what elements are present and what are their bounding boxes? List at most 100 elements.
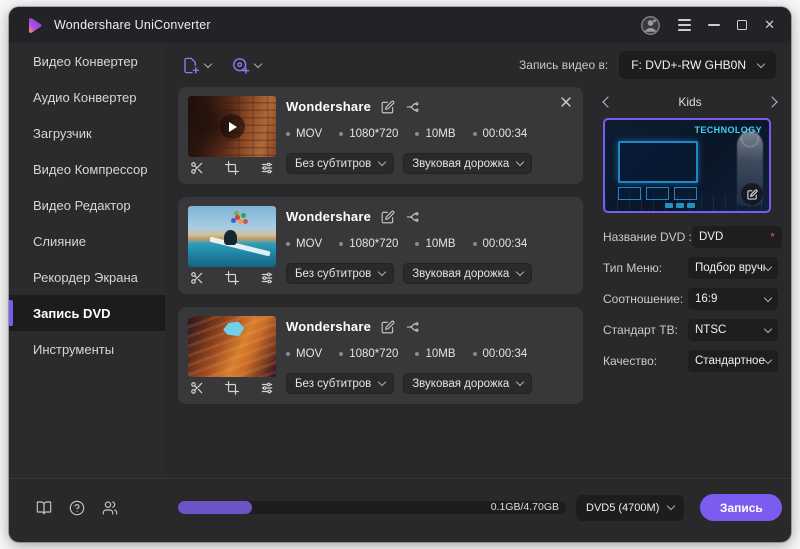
menu-type-label: Тип Меню: bbox=[603, 261, 662, 275]
rename-edit-icon[interactable] bbox=[381, 100, 395, 114]
video-thumbnail[interactable] bbox=[188, 316, 276, 377]
video-thumbnail[interactable] bbox=[188, 96, 276, 157]
aspect-ratio-label: Соотношение: bbox=[603, 292, 683, 306]
chevron-down-icon bbox=[764, 262, 772, 270]
chevron-down-icon bbox=[764, 293, 772, 301]
tv-standard-select[interactable]: NTSC bbox=[688, 319, 778, 341]
effects-sliders-icon[interactable] bbox=[260, 161, 274, 175]
quality-value: Стандартное bbox=[695, 355, 765, 367]
menu-icon[interactable] bbox=[678, 19, 691, 31]
quality-select[interactable]: Стандартное bbox=[688, 350, 778, 372]
subtitle-select[interactable]: Без субтитров bbox=[286, 153, 394, 174]
trim-scissors-icon[interactable] bbox=[190, 271, 204, 285]
trim-scissors-icon[interactable] bbox=[190, 161, 204, 175]
effects-sliders-icon[interactable] bbox=[260, 271, 274, 285]
video-format: MOV bbox=[296, 348, 322, 360]
dvd-settings-panel: Kids TECHNOLOGY bbox=[595, 87, 785, 478]
sidebar-item-tools[interactable]: Инструменты bbox=[9, 331, 165, 367]
video-resolution: 1080*720 bbox=[349, 348, 398, 360]
sidebar-item-label: Инструменты bbox=[33, 342, 114, 357]
subtitle-value: Без субтитров bbox=[295, 268, 371, 280]
community-users-icon[interactable] bbox=[102, 500, 118, 516]
menu-type-value: Подбор вручну bbox=[695, 262, 765, 274]
subtitle-select[interactable]: Без субтитров bbox=[286, 373, 394, 394]
trim-scissors-icon[interactable] bbox=[190, 381, 204, 395]
disc-size-select[interactable]: DVD5 (4700M) bbox=[576, 495, 684, 521]
crop-icon[interactable] bbox=[225, 271, 239, 285]
sidebar-item-audio-converter[interactable]: Аудио Конвертер bbox=[9, 79, 165, 115]
quality-row: Качество: Стандартное bbox=[603, 350, 778, 372]
sidebar-item-label: Запись DVD bbox=[33, 306, 111, 321]
chevron-down-icon bbox=[516, 268, 524, 276]
template-next-icon[interactable] bbox=[766, 96, 777, 107]
video-card-3: Wondershare MOV bbox=[178, 307, 583, 404]
sidebar-item-dvd-burner[interactable]: Запись DVD bbox=[9, 295, 165, 331]
burn-button[interactable]: Запись bbox=[700, 494, 782, 521]
minimize-icon[interactable] bbox=[708, 24, 720, 26]
chevron-down-icon bbox=[204, 59, 212, 67]
sidebar-item-label: Видео Редактор bbox=[33, 198, 131, 213]
capacity-progress-bar: 0.1GB/4.70GB bbox=[178, 501, 566, 514]
thumbnail-art bbox=[235, 215, 240, 220]
dvd-name-input[interactable]: DVD * bbox=[692, 226, 782, 248]
menu-type-select[interactable]: Подбор вручну bbox=[688, 257, 778, 279]
rename-edit-icon[interactable] bbox=[381, 320, 395, 334]
crop-icon[interactable] bbox=[225, 381, 239, 395]
video-format: MOV bbox=[296, 128, 322, 140]
video-size: 10MB bbox=[425, 238, 455, 250]
sidebar-item-screen-recorder[interactable]: Рекордер Экрана bbox=[9, 259, 165, 295]
sidebar-item-video-compressor[interactable]: Видео Компрессор bbox=[9, 151, 165, 187]
sidebar-item-downloader[interactable]: Загрузчик bbox=[9, 115, 165, 151]
aspect-ratio-select[interactable]: 16:9 bbox=[688, 288, 778, 310]
audio-track-select[interactable]: Звуковая дорожка bbox=[403, 263, 532, 284]
chevron-down-icon bbox=[378, 158, 386, 166]
video-title: Wondershare bbox=[286, 209, 371, 224]
add-files-button[interactable] bbox=[181, 56, 211, 75]
tv-standard-label: Стандарт ТВ: bbox=[603, 323, 678, 337]
quality-label: Качество: bbox=[603, 354, 657, 368]
chevron-down-icon bbox=[378, 268, 386, 276]
tv-standard-row: Стандарт ТВ: NTSC bbox=[603, 319, 778, 341]
edit-template-button[interactable] bbox=[741, 183, 763, 205]
sidebar-item-label: Слияние bbox=[33, 234, 86, 249]
video-thumbnail[interactable] bbox=[188, 206, 276, 267]
burn-device-value: F: DVD+-RW GHB0N bbox=[631, 58, 746, 72]
crop-icon[interactable] bbox=[225, 161, 239, 175]
template-screen-frame bbox=[618, 141, 698, 183]
close-window-icon[interactable]: ✕ bbox=[764, 19, 775, 32]
audio-track-select[interactable]: Звуковая дорожка bbox=[403, 153, 532, 174]
rename-edit-icon[interactable] bbox=[381, 210, 395, 224]
effects-sliders-icon[interactable] bbox=[260, 381, 274, 395]
split-branch-icon[interactable] bbox=[405, 320, 420, 334]
split-branch-icon[interactable] bbox=[405, 210, 420, 224]
sidebar-item-merger[interactable]: Слияние bbox=[9, 223, 165, 259]
maximize-icon[interactable] bbox=[737, 20, 747, 30]
help-icon[interactable] bbox=[69, 500, 85, 516]
sidebar-item-video-editor[interactable]: Видео Редактор bbox=[9, 187, 165, 223]
load-disc-button[interactable] bbox=[231, 56, 261, 75]
sidebar: Видео Конвертер Аудио Конвертер Загрузчи… bbox=[9, 43, 165, 478]
menu-template-preview[interactable]: TECHNOLOGY bbox=[603, 118, 771, 213]
video-size: 10MB bbox=[425, 348, 455, 360]
template-prev-icon[interactable] bbox=[602, 96, 613, 107]
chevron-down-icon bbox=[254, 59, 262, 67]
edit-pencil-icon bbox=[747, 189, 758, 200]
split-branch-icon[interactable] bbox=[405, 100, 420, 114]
burn-device-select[interactable]: F: DVD+-RW GHB0N bbox=[619, 51, 776, 79]
chevron-down-icon bbox=[516, 158, 524, 166]
sidebar-item-video-converter[interactable]: Видео Конвертер bbox=[9, 43, 165, 79]
play-overlay[interactable] bbox=[188, 96, 276, 157]
remove-video-icon[interactable] bbox=[561, 97, 571, 107]
toolbar: Запись видео в: F: DVD+-RW GHB0N bbox=[165, 43, 791, 87]
aspect-ratio-row: Соотношение: 16:9 bbox=[603, 288, 778, 310]
sidebar-item-label: Видео Конвертер bbox=[33, 54, 138, 69]
subtitle-select[interactable]: Без субтитров bbox=[286, 263, 394, 284]
audio-track-select[interactable]: Звуковая дорожка bbox=[403, 373, 532, 394]
dvd-name-value: DVD bbox=[699, 231, 723, 243]
active-accent bbox=[9, 300, 13, 326]
guide-book-icon[interactable] bbox=[36, 500, 52, 516]
account-avatar-icon[interactable] bbox=[640, 15, 661, 36]
app-logo-icon bbox=[25, 16, 44, 35]
main-area: Запись видео в: F: DVD+-RW GHB0N bbox=[165, 43, 791, 478]
video-duration: 00:00:34 bbox=[483, 128, 528, 140]
